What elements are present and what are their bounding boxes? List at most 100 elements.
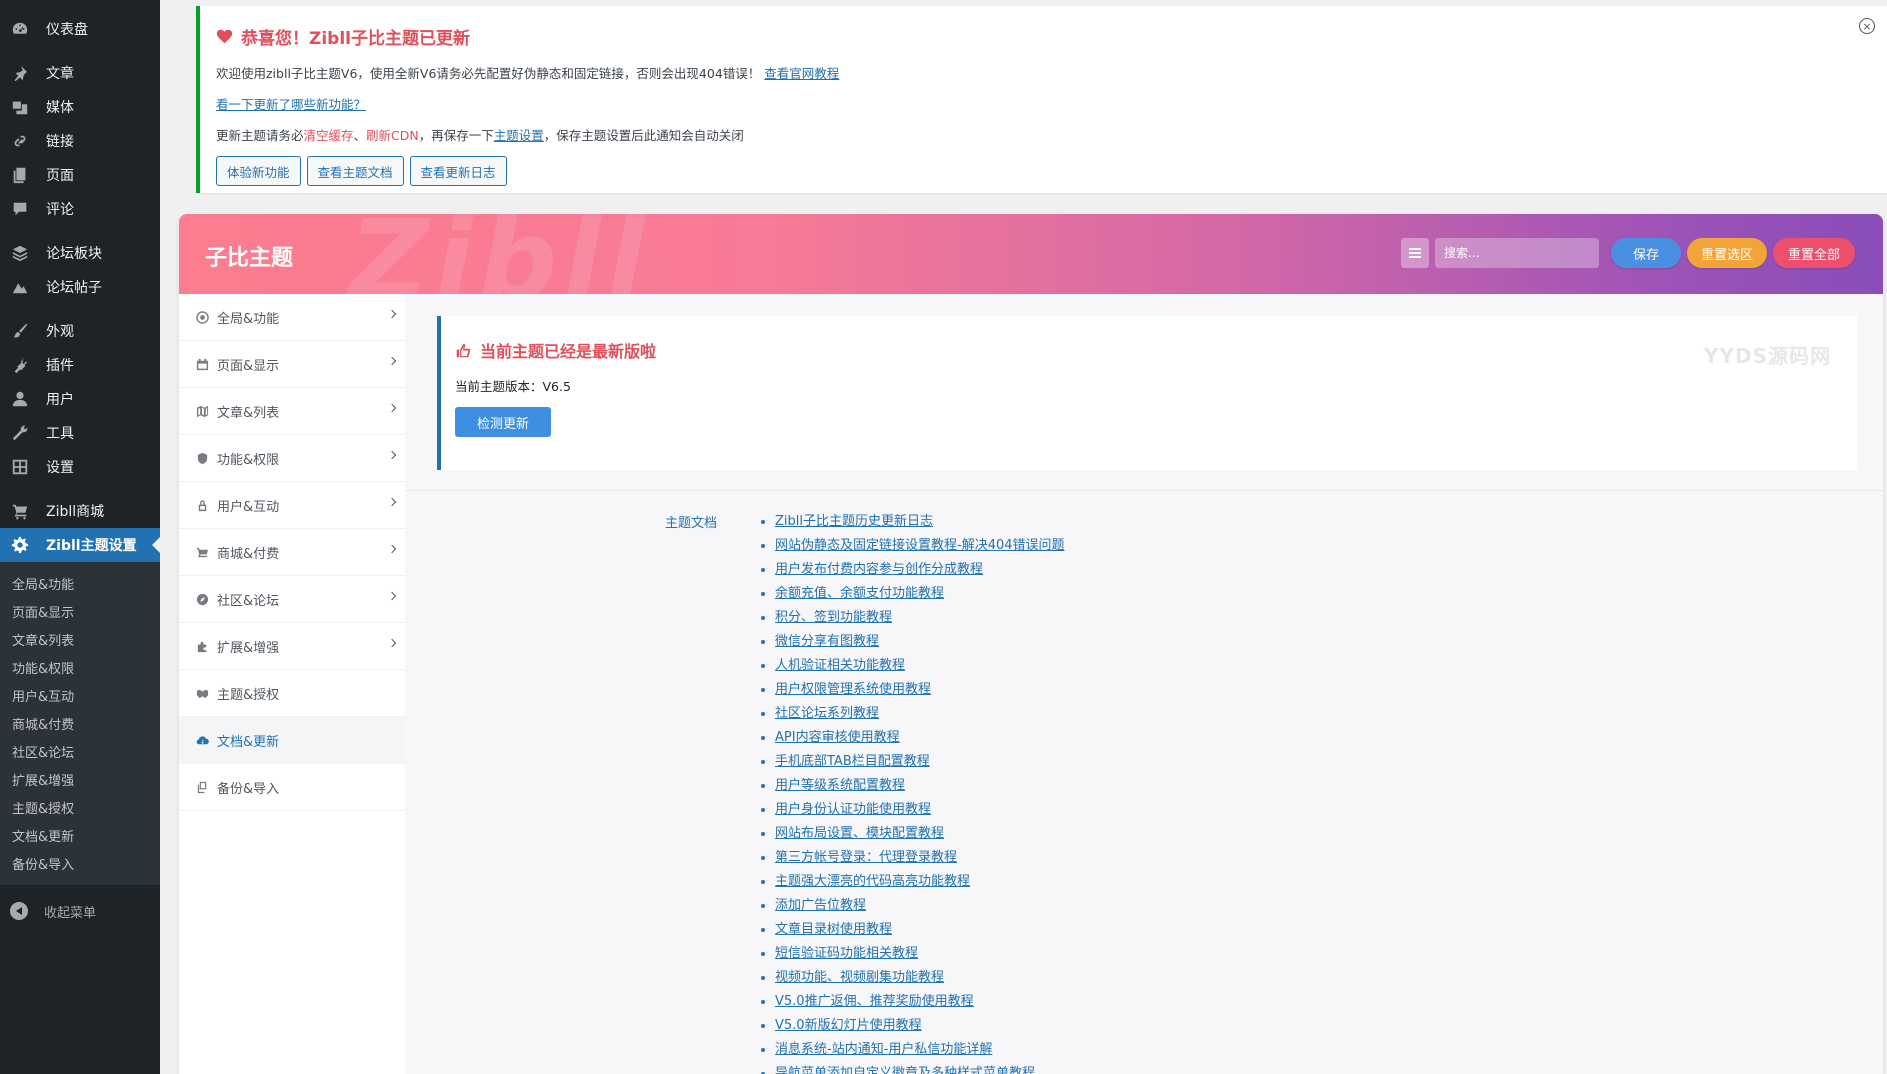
search-input[interactable] (1435, 238, 1599, 268)
view-changelog-button[interactable]: 查看更新日志 (409, 156, 507, 186)
nav-permissions[interactable]: 功能&权限 (179, 435, 405, 482)
submenu-item[interactable]: 商城&付费 (0, 709, 160, 737)
doc-link[interactable]: 用户身份认证功能使用教程 (775, 802, 931, 817)
theme-settings-link[interactable]: 主题设置 (494, 128, 544, 143)
collapse-menu-button[interactable]: 收起菜单 (0, 893, 160, 929)
nav-docs-update[interactable]: 文档&更新 (179, 717, 405, 764)
chevron-right-icon (387, 638, 397, 648)
doc-link[interactable]: 短信验证码功能相关教程 (775, 946, 918, 961)
menu-pages[interactable]: 页面 (0, 158, 160, 192)
doc-link[interactable]: 网站伪静态及固定链接设置教程-解决404错误问题 (775, 538, 1065, 553)
nav-label: 页面&显示 (217, 358, 280, 374)
copy-icon (195, 780, 209, 794)
update-status-text: 当前主题已经是最新版啦 (480, 342, 657, 361)
doc-link[interactable]: 视频功能、视频剧集功能教程 (775, 970, 944, 985)
nav-global[interactable]: 全局&功能 (179, 294, 405, 341)
submenu-item[interactable]: 全局&功能 (0, 569, 160, 597)
nav-label: 全局&功能 (217, 311, 280, 327)
thumbs-up-icon (456, 343, 471, 357)
menu-shop[interactable]: Zibll商城 (0, 494, 160, 528)
submenu-item[interactable]: 文章&列表 (0, 625, 160, 653)
doc-link[interactable]: 用户发布付费内容参与创作分成教程 (775, 562, 983, 577)
list-item: V5.0新版幻灯片使用教程 (775, 1014, 1065, 1038)
theme-options-panel: Zibll 子比主题 保存 重置选区 重置全部 全局&功能 页面&显示 文章&列… (179, 214, 1883, 1074)
reset-all-button[interactable]: 重置全部 (1773, 238, 1855, 268)
menu-comments[interactable]: 评论 (0, 192, 160, 226)
view-docs-button[interactable]: 查看主题文档 (306, 156, 404, 186)
header-toolbar: 保存 重置选区 重置全部 (1401, 238, 1855, 268)
doc-link[interactable]: V5.0新版幻灯片使用教程 (775, 1018, 922, 1033)
doc-link[interactable]: V5.0推广返佣、推荐奖励使用教程 (775, 994, 974, 1009)
menu-links[interactable]: 链接 (0, 124, 160, 158)
doc-link[interactable]: 第三方帐号登录：代理登录教程 (775, 850, 957, 865)
menu-theme-settings[interactable]: Zibll主题设置 (0, 528, 160, 562)
doc-link[interactable]: 用户等级系统配置教程 (775, 778, 905, 793)
notice-buttons: 体验新功能 查看主题文档 查看更新日志 (216, 156, 1871, 186)
reset-section-button[interactable]: 重置选区 (1687, 238, 1767, 268)
nav-page-display[interactable]: 页面&显示 (179, 341, 405, 388)
close-icon[interactable]: × (1859, 18, 1875, 34)
nav-theme-license[interactable]: 主题&授权 (179, 670, 405, 717)
doc-link[interactable]: 社区论坛系列教程 (775, 706, 879, 721)
doc-link[interactable]: 网站布局设置、模块配置教程 (775, 826, 944, 841)
doc-link[interactable]: 手机底部TAB栏目配置教程 (775, 754, 930, 769)
submenu-item[interactable]: 主题&授权 (0, 793, 160, 821)
doc-link[interactable]: 添加广告位教程 (775, 898, 866, 913)
list-item: V5.0推广返佣、推荐奖励使用教程 (775, 990, 1065, 1014)
submenu-item[interactable]: 扩展&增强 (0, 765, 160, 793)
expand-all-button[interactable] (1401, 238, 1429, 268)
menu-forum-boards[interactable]: 论坛板块 (0, 236, 160, 270)
notice-text: ，保存主题设置后此通知会自动关闭 (543, 128, 744, 143)
menu-label: 媒体 (46, 100, 74, 116)
submenu-item[interactable]: 社区&论坛 (0, 737, 160, 765)
list-item: 用户身份认证功能使用教程 (775, 798, 1065, 822)
menu-users[interactable]: 用户 (0, 382, 160, 416)
submenu-item[interactable]: 备份&导入 (0, 849, 160, 877)
chevron-right-icon (387, 544, 397, 554)
menu-dashboard[interactable]: 仪表盘 (0, 12, 160, 46)
nav-shop-payment[interactable]: 商城&付费 (179, 529, 405, 576)
menu-media[interactable]: 媒体 (0, 90, 160, 124)
doc-link[interactable]: 主题强大漂亮的代码高亮功能教程 (775, 874, 970, 889)
list-item: 社区论坛系列教程 (775, 702, 1065, 726)
doc-link[interactable]: 文章目录树使用教程 (775, 922, 892, 937)
submenu-item[interactable]: 文档&更新 (0, 821, 160, 849)
doc-link[interactable]: 余额充值、余额支付功能教程 (775, 586, 944, 601)
nav-user-interaction[interactable]: 用户&互动 (179, 482, 405, 529)
menu-plugins[interactable]: 插件 (0, 348, 160, 382)
menu-settings[interactable]: 设置 (0, 450, 160, 484)
doc-link[interactable]: 用户权限管理系统使用教程 (775, 682, 931, 697)
submenu-item[interactable]: 页面&显示 (0, 597, 160, 625)
puzzle-icon (195, 639, 209, 653)
doc-link[interactable]: 人机验证相关功能教程 (775, 658, 905, 673)
menu-tools[interactable]: 工具 (0, 416, 160, 450)
doc-link[interactable]: 消息系统-站内通知-用户私信功能详解 (775, 1042, 992, 1057)
doc-link[interactable]: Zibll子比主题历史更新日志 (775, 514, 933, 529)
menu-posts[interactable]: 文章 (0, 56, 160, 90)
nav-extensions[interactable]: 扩展&增强 (179, 623, 405, 670)
nav-community-forum[interactable]: 社区&论坛 (179, 576, 405, 623)
notice-line-1: 欢迎使用zibll子比主题V6，使用全新V6请务必先配置好伪静态和固定链接，否则… (216, 63, 1871, 82)
submenu-item[interactable]: 功能&权限 (0, 653, 160, 681)
whats-new-link[interactable]: 看一下更新了哪些新功能？ (216, 97, 366, 112)
doc-link[interactable]: 微信分享有图教程 (775, 634, 879, 649)
list-item: 添加广告位教程 (775, 894, 1065, 918)
chevron-right-icon (387, 309, 397, 319)
save-button[interactable]: 保存 (1611, 238, 1681, 268)
check-update-button[interactable]: 检测更新 (455, 407, 551, 437)
notice-text: 更新主题请务必 (216, 128, 304, 143)
menu-label: Zibll主题设置 (46, 538, 137, 554)
notice-text: 欢迎使用zibll子比主题V6，使用全新V6请务必先配置好伪静态和固定链接，否则… (216, 66, 761, 81)
shield-icon (195, 451, 209, 465)
submenu-item[interactable]: 用户&互动 (0, 681, 160, 709)
menu-appearance[interactable]: 外观 (0, 314, 160, 348)
menu-forum-posts[interactable]: 论坛帖子 (0, 270, 160, 304)
layers-icon (10, 243, 30, 263)
nav-backup-import[interactable]: 备份&导入 (179, 764, 405, 811)
try-new-features-button[interactable]: 体验新功能 (216, 156, 301, 186)
nav-posts-list[interactable]: 文章&列表 (179, 388, 405, 435)
doc-link[interactable]: 导航菜单添加自定义徽章及多种样式菜单教程 (775, 1066, 1035, 1074)
doc-link[interactable]: API内容审核使用教程 (775, 730, 900, 745)
doc-link[interactable]: 积分、签到功能教程 (775, 610, 892, 625)
official-tutorial-link[interactable]: 查看官网教程 (764, 66, 839, 81)
